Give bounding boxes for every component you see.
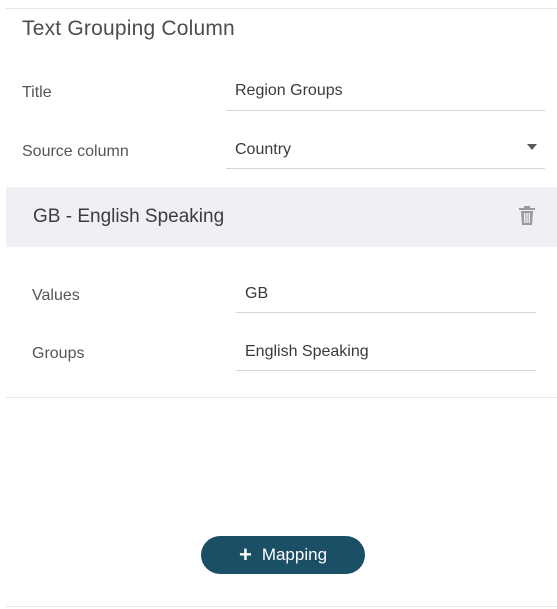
source-column-select[interactable]: Country (226, 136, 545, 169)
top-divider (6, 8, 557, 9)
trash-icon[interactable] (519, 206, 535, 226)
plus-icon: + (238, 542, 252, 567)
section-divider (6, 397, 557, 398)
chevron-down-icon[interactable] (527, 144, 537, 150)
title-input[interactable] (235, 82, 545, 100)
add-mapping-button[interactable]: + Mapping (201, 536, 365, 574)
source-column-value: Country (235, 141, 292, 158)
add-mapping-label: Mapping (261, 545, 328, 564)
source-column-label: Source column (22, 143, 129, 160)
groups-input[interactable] (245, 343, 536, 361)
title-field[interactable] (226, 78, 545, 111)
bottom-divider (6, 606, 557, 607)
values-input[interactable] (245, 285, 536, 303)
values-field[interactable] (236, 279, 536, 313)
panel-title: Text Grouping Column (22, 17, 235, 40)
values-label: Values (32, 287, 80, 304)
groups-field[interactable] (236, 337, 536, 371)
groups-label: Groups (32, 345, 85, 362)
title-label: Title (22, 84, 52, 101)
group-title: GB - English Speaking (33, 206, 225, 227)
group-header[interactable]: GB - English Speaking (6, 187, 557, 247)
